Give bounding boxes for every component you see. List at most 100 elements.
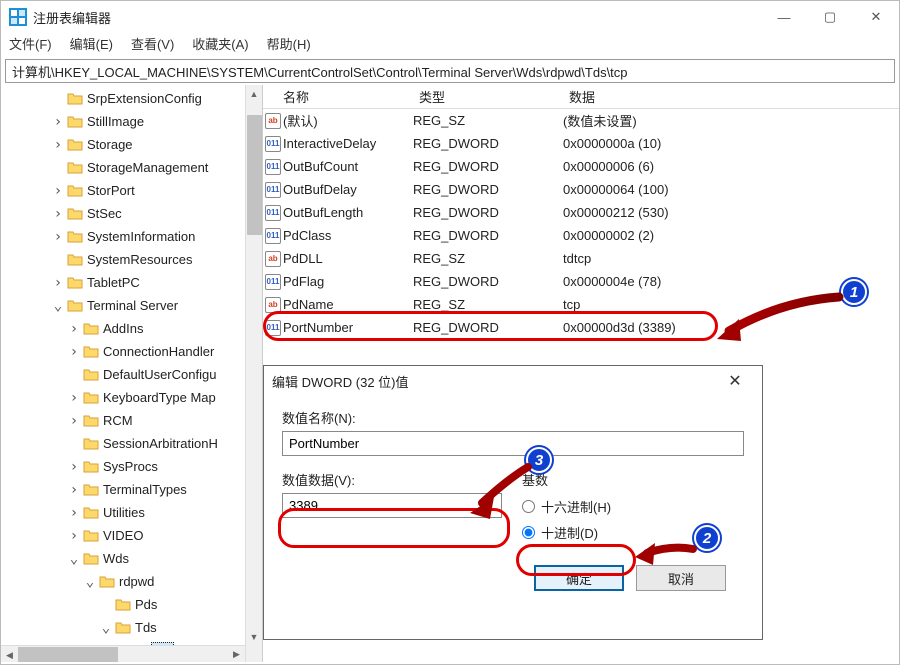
table-row[interactable]: 011PdFlagREG_DWORD0x0000004e (78) xyxy=(263,270,899,293)
tree-item[interactable]: ⌄Terminal Server xyxy=(1,294,262,317)
address-bar[interactable]: 计算机\HKEY_LOCAL_MACHINE\SYSTEM\CurrentCon… xyxy=(5,59,895,83)
tree-item[interactable]: ›VIDEO xyxy=(1,524,262,547)
table-row[interactable]: 011PortNumberREG_DWORD0x00000d3d (3389) xyxy=(263,316,899,339)
close-button[interactable]: ✕ xyxy=(853,1,899,33)
tree-expand-icon[interactable]: › xyxy=(67,505,81,521)
tree-expand-icon[interactable]: › xyxy=(67,321,81,337)
menu-view[interactable]: 查看(V) xyxy=(131,34,174,53)
folder-icon xyxy=(67,253,83,267)
tree-expand-icon[interactable]: › xyxy=(51,137,65,153)
radio-hex-input[interactable] xyxy=(522,500,535,513)
folder-icon xyxy=(83,552,99,566)
tree-expand-icon[interactable]: ⌄ xyxy=(99,620,113,636)
tree-expand-icon[interactable]: › xyxy=(67,344,81,360)
tree-expand-icon[interactable]: › xyxy=(51,206,65,222)
folder-icon xyxy=(67,92,83,106)
tree-item-label: Tds xyxy=(135,620,157,635)
tree-expand-icon[interactable]: ⌄ xyxy=(67,551,81,567)
tree-item[interactable]: SessionArbitrationH xyxy=(1,432,262,455)
tree-item[interactable]: Pds xyxy=(1,593,262,616)
tree-expand-icon[interactable]: ⌄ xyxy=(83,574,97,590)
minimize-button[interactable]: — xyxy=(761,1,807,33)
cell-type: REG_DWORD xyxy=(413,320,563,335)
col-name[interactable]: 名称 xyxy=(263,87,413,106)
cell-name: PortNumber xyxy=(283,320,413,335)
col-type[interactable]: 类型 xyxy=(413,87,563,106)
tree-item[interactable]: › StillImage xyxy=(1,110,262,133)
reg-sz-icon: ab xyxy=(263,251,283,267)
value-name-field[interactable] xyxy=(282,431,744,456)
menu-file[interactable]: 文件(F) xyxy=(9,34,52,53)
tree-item[interactable]: ›StorPort xyxy=(1,179,262,202)
tree-expand-icon[interactable]: › xyxy=(67,482,81,498)
tree-item[interactable]: ›SysProcs xyxy=(1,455,262,478)
tree-item[interactable]: DefaultUserConfigu xyxy=(1,363,262,386)
tree-item[interactable]: ›ConnectionHandler xyxy=(1,340,262,363)
reg-sz-icon: ab xyxy=(263,113,283,129)
tree-item[interactable]: ›Storage xyxy=(1,133,262,156)
table-row[interactable]: 011OutBufLengthREG_DWORD0x00000212 (530) xyxy=(263,201,899,224)
col-data[interactable]: 数据 xyxy=(563,87,899,106)
tree-expand-icon[interactable]: › xyxy=(67,413,81,429)
tree-item[interactable]: StorageManagement xyxy=(1,156,262,179)
cell-type: REG_SZ xyxy=(413,297,563,312)
cell-data: (数值未设置) xyxy=(563,111,899,130)
tree-expand-icon[interactable]: › xyxy=(51,114,65,130)
cell-name: InteractiveDelay xyxy=(283,136,413,151)
radio-dec[interactable]: 十进制(D) xyxy=(522,519,722,545)
tree-expand-icon[interactable]: › xyxy=(67,390,81,406)
radio-hex[interactable]: 十六进制(H) xyxy=(522,493,722,519)
value-data-label: 数值数据(V): xyxy=(282,470,502,489)
tree-item[interactable]: ⌄ Tds xyxy=(1,616,262,639)
tree-item[interactable]: SrpExtensionConfig xyxy=(1,87,262,110)
table-row[interactable]: 011OutBufCountREG_DWORD0x00000006 (6) xyxy=(263,155,899,178)
table-row[interactable]: 011PdClassREG_DWORD0x00000002 (2) xyxy=(263,224,899,247)
table-row[interactable]: 011InteractiveDelayREG_DWORD0x0000000a (… xyxy=(263,132,899,155)
tree-item[interactable]: ›StSec xyxy=(1,202,262,225)
menubar: 文件(F) 编辑(E) 查看(V) 收藏夹(A) 帮助(H) xyxy=(1,33,899,57)
ok-button[interactable]: 确定 xyxy=(534,565,624,591)
tree-item[interactable]: ⌄Wds xyxy=(1,547,262,570)
tree-vertical-scrollbar[interactable]: ▲ ▼ xyxy=(245,85,262,662)
table-row[interactable]: ab(默认)REG_SZ(数值未设置) xyxy=(263,109,899,132)
tree-item[interactable]: ›TabletPC xyxy=(1,271,262,294)
tree-item[interactable]: ›AddIns xyxy=(1,317,262,340)
tree-expand-icon[interactable]: › xyxy=(51,229,65,245)
tree-expand-icon[interactable]: › xyxy=(51,275,65,291)
tree-item[interactable]: ›Utilities xyxy=(1,501,262,524)
cell-name: PdDLL xyxy=(283,251,413,266)
column-headers[interactable]: 名称 类型 数据 xyxy=(263,85,899,109)
tree-item-label: StorageManagement xyxy=(87,160,208,175)
cell-data: 0x00000212 (530) xyxy=(563,205,899,220)
tree-expand-icon[interactable]: ⌄ xyxy=(51,298,65,314)
radio-hex-label: 十六进制(H) xyxy=(541,497,611,516)
value-data-field[interactable] xyxy=(282,493,502,518)
tree-horizontal-scrollbar[interactable]: ◀ ▶ xyxy=(1,645,245,662)
radio-dec-input[interactable] xyxy=(522,526,535,539)
cancel-button[interactable]: 取消 xyxy=(636,565,726,591)
tree-item-label: StillImage xyxy=(87,114,144,129)
tree-item-label: SystemResources xyxy=(87,252,192,267)
callout-1: 1 xyxy=(841,279,867,305)
menu-favorites[interactable]: 收藏夹(A) xyxy=(192,34,248,53)
tree-item[interactable]: ›TerminalTypes xyxy=(1,478,262,501)
table-row[interactable]: abPdDLLREG_SZtdtcp xyxy=(263,247,899,270)
reg-dword-icon: 011 xyxy=(263,320,283,336)
tree-item[interactable]: ›SystemInformation xyxy=(1,225,262,248)
tree-expand-icon[interactable]: › xyxy=(51,183,65,199)
tree-expand-icon[interactable]: › xyxy=(67,528,81,544)
tree-item-label: DefaultUserConfigu xyxy=(103,367,216,382)
dialog-close-button[interactable]: ✕ xyxy=(716,366,754,396)
maximize-button[interactable]: ▢ xyxy=(807,1,853,33)
menu-help[interactable]: 帮助(H) xyxy=(267,34,311,53)
folder-icon xyxy=(67,184,83,198)
folder-icon xyxy=(83,529,99,543)
table-row[interactable]: 011OutBufDelayREG_DWORD0x00000064 (100) xyxy=(263,178,899,201)
tree-item[interactable]: ›KeyboardType Map xyxy=(1,386,262,409)
table-row[interactable]: abPdNameREG_SZtcp xyxy=(263,293,899,316)
tree-item[interactable]: ⌄rdpwd xyxy=(1,570,262,593)
menu-edit[interactable]: 编辑(E) xyxy=(70,34,113,53)
tree-item[interactable]: ›RCM xyxy=(1,409,262,432)
tree-item[interactable]: SystemResources xyxy=(1,248,262,271)
tree-expand-icon[interactable]: › xyxy=(67,459,81,475)
